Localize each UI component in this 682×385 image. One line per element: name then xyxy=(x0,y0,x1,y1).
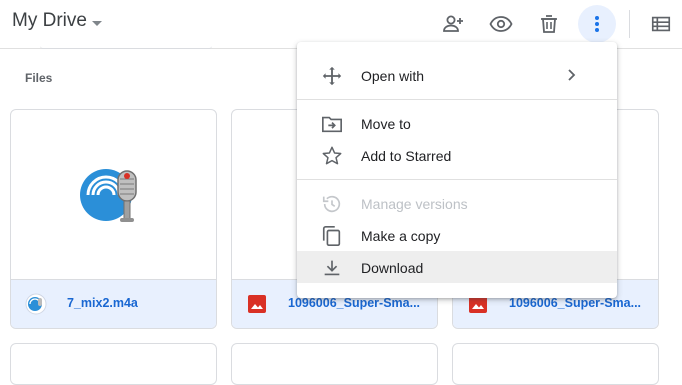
list-view-icon xyxy=(651,16,671,32)
chevron-down-icon[interactable] xyxy=(92,21,102,26)
history-icon xyxy=(322,195,341,213)
page-title[interactable]: My Drive xyxy=(12,10,87,32)
menu-divider xyxy=(297,179,617,180)
image-icon xyxy=(248,295,266,313)
menu-item-label: Make a copy xyxy=(361,228,441,244)
audio-icon xyxy=(25,293,47,315)
preview-button[interactable] xyxy=(482,5,520,43)
remove-button[interactable] xyxy=(530,5,568,43)
menu-item-download[interactable]: Download xyxy=(297,251,617,283)
file-name: 7_mix2.m4a xyxy=(67,296,138,310)
add-person-icon xyxy=(443,15,463,32)
file-card[interactable] xyxy=(10,343,217,385)
file-thumbnail xyxy=(11,110,216,280)
share-button[interactable] xyxy=(434,5,472,43)
context-menu: Open with Move to Add to Starred Manage … xyxy=(297,42,617,298)
chevron-right-icon xyxy=(568,69,576,81)
menu-item-label: Open with xyxy=(361,68,425,84)
menu-item-label: Move to xyxy=(361,116,411,132)
file-card[interactable]: 7_mix2.m4a xyxy=(10,109,217,329)
file-card[interactable] xyxy=(231,343,438,385)
menu-item-add-to-starred[interactable]: Add to Starred xyxy=(297,139,617,171)
list-view-button[interactable] xyxy=(642,5,680,43)
menu-item-label: Download xyxy=(361,260,424,276)
move-to-folder-icon xyxy=(322,116,342,133)
download-icon xyxy=(324,260,340,276)
file-name: 1096006_Super-Sma... xyxy=(509,296,642,310)
section-heading: Files xyxy=(25,71,53,85)
menu-item-make-a-copy[interactable]: Make a copy xyxy=(297,219,617,251)
menu-item-move-to[interactable]: Move to xyxy=(297,107,617,139)
file-card-footer: 7_mix2.m4a xyxy=(11,279,216,328)
search-bar-edge xyxy=(40,44,212,49)
move-arrows-icon xyxy=(322,66,342,86)
microphone-app-icon xyxy=(79,169,137,222)
toolbar-divider xyxy=(629,10,630,38)
trash-icon xyxy=(541,15,557,33)
menu-item-label: Manage versions xyxy=(361,196,468,212)
more-actions-button[interactable] xyxy=(578,5,616,43)
eye-icon xyxy=(489,16,513,32)
menu-item-open-with[interactable]: Open with xyxy=(297,59,617,91)
more-vert-icon xyxy=(595,16,599,32)
menu-item-manage-versions: Manage versions xyxy=(297,187,617,219)
copy-icon xyxy=(322,226,341,246)
menu-item-label: Add to Starred xyxy=(361,148,452,164)
star-icon xyxy=(322,146,342,165)
file-card[interactable] xyxy=(452,343,659,385)
file-name: 1096006_Super-Sma... xyxy=(288,296,421,310)
menu-divider xyxy=(297,99,617,100)
